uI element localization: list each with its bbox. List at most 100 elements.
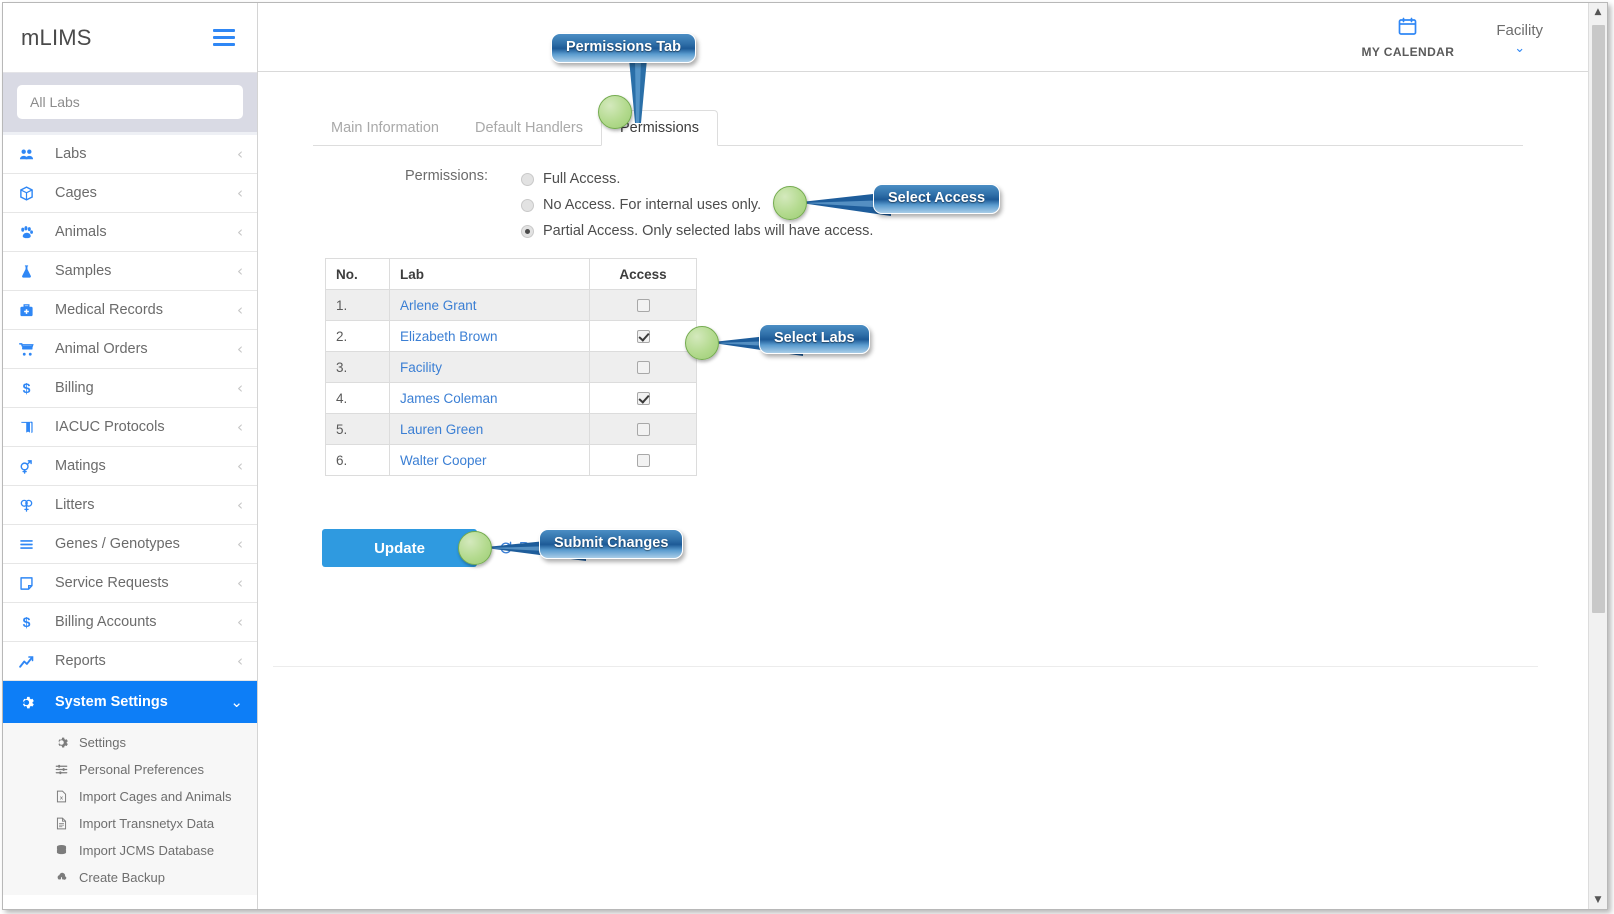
paw-icon: [19, 225, 45, 240]
chevron-left-icon: ‹: [237, 261, 243, 280]
radio-button[interactable]: [521, 172, 534, 186]
medical-kit-icon: [19, 303, 45, 318]
database-icon: [55, 844, 73, 857]
sidebar-item-genes-genotypes[interactable]: Genes / Genotypes ‹: [3, 525, 257, 564]
sidebar-subitem-import-cages-and-animals[interactable]: x Import Cages and Animals: [3, 783, 257, 810]
sidebar-item-label: Cages: [55, 185, 97, 201]
sidebar-subitem-label: Personal Preferences: [79, 762, 205, 777]
table-row: 2. Elizabeth Brown: [325, 320, 697, 352]
access-checkbox[interactable]: [636, 423, 650, 437]
sidebar-item-iacuc-protocols[interactable]: IACUC Protocols ‹: [3, 408, 257, 447]
callout-tail: [629, 59, 647, 123]
sidebar-item-system-settings[interactable]: System Settings ⌄: [3, 681, 257, 723]
scroll-down-arrow[interactable]: ▼: [1589, 891, 1607, 909]
gear-icon: [55, 736, 73, 749]
lab-link[interactable]: Facility: [400, 360, 442, 375]
sidebar-item-label: Labs: [55, 146, 87, 162]
row-lab-cell: Facility: [389, 351, 590, 383]
sidebar-item-label: Litters: [55, 497, 95, 513]
callout-marker: [773, 186, 807, 220]
sidebar-item-label: Matings: [55, 458, 106, 474]
row-number: 6.: [325, 444, 390, 476]
permission-option-label: Full Access.: [543, 171, 621, 187]
row-access-cell: [589, 413, 697, 445]
chart-line-icon: [19, 654, 45, 669]
row-number: 3.: [325, 351, 390, 383]
sidebar-item-billing[interactable]: $ Billing ‹: [3, 369, 257, 408]
sidebar-item-animals[interactable]: Animals ‹: [3, 213, 257, 252]
scrollbar-thumb[interactable]: [1592, 25, 1605, 613]
sidebar-item-service-requests[interactable]: Service Requests ‹: [3, 564, 257, 603]
update-button[interactable]: Update: [322, 529, 477, 567]
book-icon: [19, 420, 45, 435]
scroll-up-arrow[interactable]: ▲: [1589, 3, 1607, 21]
facility-selector[interactable]: Facility ⌄: [1496, 22, 1543, 54]
sidebar-subitem-settings[interactable]: Settings: [3, 729, 257, 756]
row-number: 4.: [325, 382, 390, 414]
chevron-left-icon: ‹: [237, 339, 243, 358]
callout-label: Select Labs: [759, 324, 870, 354]
sidebar-subitem-create-backup[interactable]: Create Backup: [3, 864, 257, 891]
access-checkbox[interactable]: [636, 299, 650, 313]
sidebar-item-label: Billing: [55, 380, 94, 396]
chevron-left-icon: ‹: [237, 222, 243, 241]
sidebar-item-labs[interactable]: Labs ‹: [3, 135, 257, 174]
row-lab-cell: Walter Cooper: [389, 444, 590, 476]
sidebar-item-billing-accounts[interactable]: $ Billing Accounts ‹: [3, 603, 257, 642]
sidebar-subitem-import-transnetyx-data[interactable]: Import Transnetyx Data: [3, 810, 257, 837]
permission-option-label: No Access. For internal uses only.: [543, 197, 762, 213]
sidebar-item-litters[interactable]: Litters ‹: [3, 486, 257, 525]
row-access-cell: [589, 351, 697, 383]
row-number: 1.: [325, 289, 390, 321]
table-header-access: Access: [589, 258, 697, 290]
sidebar-item-reports[interactable]: Reports ‹: [3, 642, 257, 681]
sidebar-item-label: System Settings: [55, 694, 168, 710]
sidebar-item-label: Reports: [55, 653, 106, 669]
sidebar-subitem-personal-preferences[interactable]: Personal Preferences: [3, 756, 257, 783]
chevron-down-icon: ⌄: [1514, 40, 1526, 55]
sidebar-item-cages[interactable]: Cages ‹: [3, 174, 257, 213]
callout-permissions-tab: Permissions Tab: [551, 33, 696, 129]
sidebar-item-label: Samples: [55, 263, 112, 279]
lab-link[interactable]: Lauren Green: [400, 422, 483, 437]
sidebar-item-medical-records[interactable]: Medical Records ‹: [3, 291, 257, 330]
search-input[interactable]: [17, 85, 243, 119]
radio-button[interactable]: [521, 198, 534, 212]
radio-button[interactable]: [521, 224, 534, 238]
document-icon: [55, 817, 73, 830]
access-checkbox[interactable]: [636, 361, 650, 375]
tab-bar: Main Information Default Handlers Permissi…: [313, 110, 1523, 146]
top-bar: MY CALENDAR Facility ⌄: [258, 3, 1607, 72]
users-group-icon: [19, 147, 45, 162]
sidebar-item-samples[interactable]: Samples ‹: [3, 252, 257, 291]
access-checkbox[interactable]: [636, 454, 650, 468]
sidebar-subitem-label: Settings: [79, 735, 126, 750]
sidebar: mLIMS Labs‹Cages‹Animals‹Samples‹Medical…: [3, 3, 258, 909]
chevron-left-icon: ‹: [237, 612, 243, 631]
access-checkbox[interactable]: [636, 392, 650, 406]
lab-link[interactable]: Elizabeth Brown: [400, 329, 498, 344]
vertical-scrollbar[interactable]: ▲ ▼: [1588, 3, 1607, 909]
lab-link[interactable]: James Coleman: [400, 391, 498, 406]
permissions-field-label: Permissions:: [405, 168, 488, 184]
access-checkbox[interactable]: [636, 330, 650, 344]
sidebar-subitem-label: Import Transnetyx Data: [79, 816, 215, 831]
table-header-row: No. Lab Access: [325, 258, 697, 290]
sidebar-item-animal-orders[interactable]: Animal Orders ‹: [3, 330, 257, 369]
chevron-left-icon: ‹: [237, 378, 243, 397]
lab-link[interactable]: Arlene Grant: [400, 298, 477, 313]
table-body: 1. Arlene Grant 2. Elizabeth Brown 3. Facilit…: [325, 289, 697, 476]
female-symbols-icon: [19, 498, 45, 513]
tab-main-information[interactable]: Main Information: [313, 120, 457, 145]
box-icon: [19, 185, 45, 201]
hamburger-icon[interactable]: [213, 25, 235, 50]
lab-link[interactable]: Walter Cooper: [400, 453, 487, 468]
sidebar-item-matings[interactable]: Matings ‹: [3, 447, 257, 486]
row-lab-cell: Elizabeth Brown: [389, 320, 590, 352]
sidebar-subitem-import-jcms-database[interactable]: Import JCMS Database: [3, 837, 257, 864]
sidebar-item-label: Animal Orders: [55, 341, 148, 357]
sidebar-subitem-label: Create Backup: [79, 870, 165, 885]
row-number: 2.: [325, 320, 390, 352]
shopping-cart-icon: [19, 342, 45, 357]
my-calendar-button[interactable]: MY CALENDAR: [1361, 16, 1454, 59]
